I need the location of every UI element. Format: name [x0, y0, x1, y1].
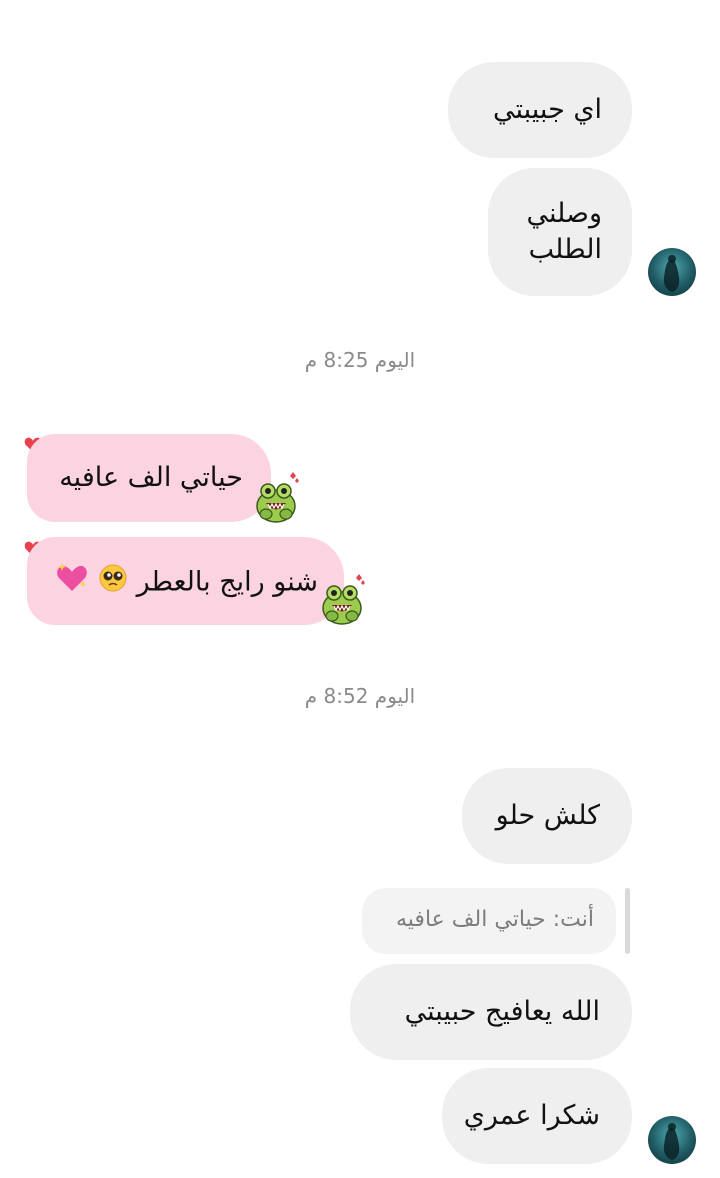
- message-bubble[interactable]: شنو رايج بالعطر: [27, 537, 344, 625]
- reply-preview-text: أنت: حياتي الف عافيه: [396, 907, 594, 932]
- message-text: كلش حلو: [495, 800, 600, 831]
- message-bubble[interactable]: شكرا عمري: [442, 1068, 632, 1164]
- pleading-face-emoji-icon: [98, 563, 128, 603]
- timestamp: اليوم 8:52 م: [304, 684, 416, 708]
- frog-sticker-icon: [256, 472, 299, 523]
- message-text: شكرا عمري: [463, 1100, 600, 1131]
- profile-avatar-icon: [663, 255, 680, 292]
- message-text: اي جبيبتي: [492, 94, 602, 125]
- message-text-line: الطلب: [528, 234, 602, 265]
- sparkling-heart-emoji-icon: [55, 562, 89, 604]
- frog-sticker-icon: [322, 574, 365, 625]
- avatar[interactable]: [648, 248, 696, 296]
- timestamp: اليوم 8:25 م: [304, 348, 416, 372]
- message-text-line: وصلني: [526, 198, 602, 229]
- reply-preview[interactable]: أنت: حياتي الف عافيه: [362, 888, 616, 954]
- profile-avatar-icon: [663, 1123, 680, 1160]
- message-bubble[interactable]: الله يعافيج حبيبتي: [350, 964, 632, 1060]
- message-bubble[interactable]: كلش حلو: [462, 768, 632, 864]
- message-bubble[interactable]: وصلني الطلب: [488, 168, 632, 296]
- reply-indicator-bar: [625, 888, 630, 954]
- message-text: شنو رايج بالعطر: [136, 566, 318, 598]
- message-bubble[interactable]: حياتي الف عافيه: [27, 434, 271, 522]
- message-text: الله يعافيج حبيبتي: [404, 996, 600, 1027]
- avatar[interactable]: [648, 1116, 696, 1164]
- message-text: حياتي الف عافيه: [59, 462, 243, 493]
- message-bubble[interactable]: اي جبيبتي: [448, 62, 632, 158]
